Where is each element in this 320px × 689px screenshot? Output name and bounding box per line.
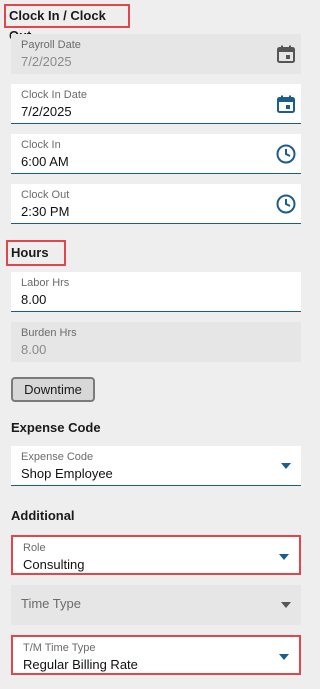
- chevron-down-icon: [281, 602, 291, 608]
- labor-hrs-label: Labor Hrs: [21, 277, 70, 289]
- expense-code-value[interactable]: Shop Employee: [21, 465, 291, 482]
- clock-out-value[interactable]: 2:30 PM: [21, 203, 291, 220]
- calendar-icon[interactable]: [275, 93, 297, 115]
- clock-in-date-value[interactable]: 7/2/2025: [21, 103, 291, 120]
- section-title-hours: Hours: [6, 240, 66, 266]
- clock-in-field[interactable]: Clock In 6:00 AM: [11, 134, 301, 174]
- section-title-expense: Expense Code: [11, 420, 101, 435]
- clock-in-label: Clock In: [21, 139, 61, 151]
- clock-in-value[interactable]: 6:00 AM: [21, 153, 291, 170]
- role-label: Role: [23, 542, 46, 554]
- chevron-down-icon[interactable]: [279, 654, 289, 660]
- payroll-date-field: Payroll Date 7/2/2025: [11, 34, 301, 74]
- clock-in-date-label: Clock In Date: [21, 89, 88, 101]
- downtime-button[interactable]: Downtime: [11, 377, 95, 402]
- calendar-icon[interactable]: [275, 43, 297, 65]
- role-select[interactable]: Role Consulting: [11, 535, 301, 575]
- tm-time-type-select[interactable]: T/M Time Type Regular Billing Rate: [11, 635, 301, 675]
- clock-icon[interactable]: [275, 193, 297, 215]
- chevron-down-icon[interactable]: [279, 554, 289, 560]
- burden-hrs-label: Burden Hrs: [21, 327, 77, 339]
- payroll-date-value: 7/2/2025: [21, 54, 72, 69]
- labor-hrs-field[interactable]: Labor Hrs 8.00: [11, 272, 301, 312]
- burden-hrs-field: Burden Hrs 8.00: [11, 322, 301, 362]
- burden-hrs-value: 8.00: [21, 342, 47, 357]
- role-value[interactable]: Consulting: [23, 556, 289, 573]
- labor-hrs-value[interactable]: 8.00: [21, 291, 291, 308]
- tm-time-type-label: T/M Time Type: [23, 642, 96, 654]
- clock-out-label: Clock Out: [21, 189, 70, 201]
- chevron-down-icon[interactable]: [281, 463, 291, 469]
- clock-out-field[interactable]: Clock Out 2:30 PM: [11, 184, 301, 224]
- tm-time-type-value[interactable]: Regular Billing Rate: [23, 656, 289, 673]
- section-title-additional: Additional: [11, 508, 75, 523]
- expense-code-select[interactable]: Expense Code Shop Employee: [11, 446, 301, 486]
- time-type-select: Time Type: [11, 585, 301, 625]
- expense-code-label: Expense Code: [21, 451, 94, 463]
- clock-in-date-field[interactable]: Clock In Date 7/2/2025: [11, 84, 301, 124]
- time-type-label: Time Type: [21, 596, 81, 611]
- clock-icon[interactable]: [275, 143, 297, 165]
- payroll-date-label: Payroll Date: [21, 39, 81, 51]
- section-title-clock: Clock In / Clock Out: [4, 4, 130, 43]
